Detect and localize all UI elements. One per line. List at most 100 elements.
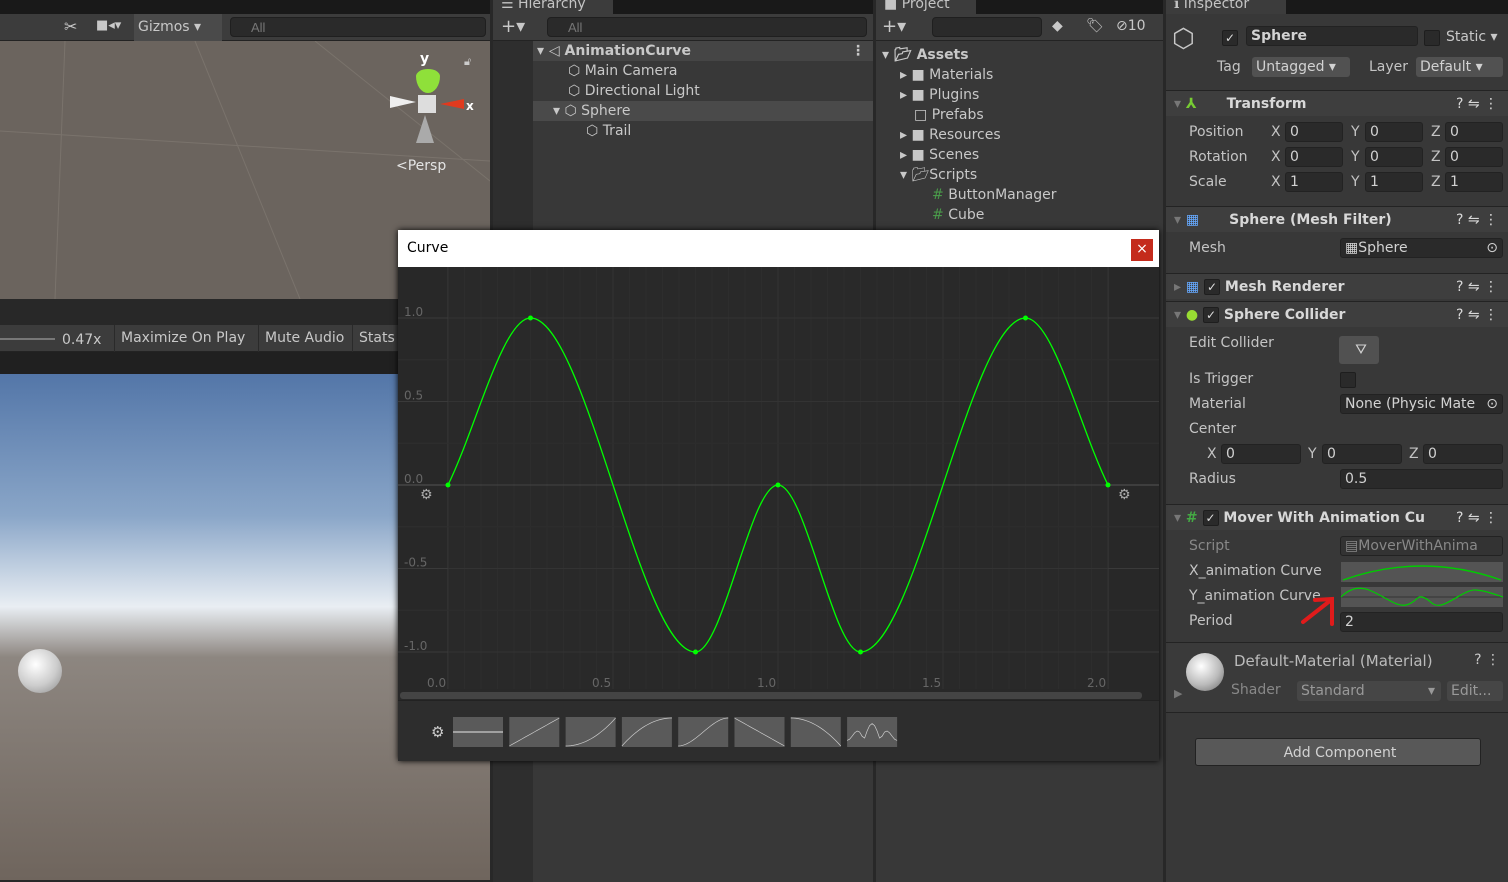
tab-hierarchy[interactable]: ☰ Hierarchy [493, 0, 613, 14]
curve-preset-button[interactable] [621, 717, 672, 747]
mesh-filter-header[interactable]: ▾ ▦ Sphere (Mesh Filter)? ⇋ ⋮ [1166, 206, 1508, 232]
transform-x-field[interactable]: 0 [1285, 122, 1343, 142]
item-label: Main Camera [584, 63, 678, 79]
curve-key[interactable] [528, 315, 533, 321]
transform-y-field[interactable]: 0 [1365, 122, 1423, 142]
center-x-field[interactable]: 0 [1221, 444, 1301, 464]
transform-x-field[interactable]: 0 [1285, 147, 1343, 167]
static-checkbox[interactable] [1424, 30, 1440, 46]
layer-dropdown[interactable]: Default ▾ [1416, 57, 1503, 77]
horizontal-scrollbar[interactable] [400, 692, 1142, 699]
lock-icon[interactable]: 🔓︎ [464, 55, 471, 69]
expand-icon[interactable]: ▶ [1174, 687, 1182, 700]
center-z-field[interactable]: 0 [1423, 444, 1503, 464]
folder-item[interactable]: ▸ ■ Materials [900, 65, 993, 85]
curve-preset-button[interactable] [509, 717, 560, 747]
hidden-packages-icon[interactable]: ⊘10 [1116, 18, 1146, 34]
hierarchy-search-input[interactable] [547, 17, 867, 37]
hierarchy-item[interactable]: ▾ ◁ AnimationCurve ⋮ [533, 41, 873, 61]
scene-search-input[interactable] [230, 17, 486, 37]
curve-preset-button[interactable] [565, 717, 616, 747]
hierarchy-item[interactable]: ⬡ Directional Light [568, 81, 700, 101]
curve-key[interactable] [445, 482, 451, 488]
create-icon[interactable]: +▾ [882, 16, 906, 37]
add-icon[interactable]: +▾ [501, 16, 525, 37]
add-component-button[interactable]: Add Component [1195, 738, 1481, 766]
center-y-field[interactable]: 0 [1322, 444, 1402, 464]
post-wrap-gear-icon[interactable]: ⚙ [1118, 487, 1131, 503]
shader-edit-button[interactable]: Edit... [1447, 681, 1503, 701]
mesh-renderer-header[interactable]: ▸ ▦ ✓ Mesh Renderer? ⇋ ⋮ [1166, 273, 1508, 299]
scale-slider[interactable] [0, 338, 55, 340]
curve-preset-button[interactable] [453, 717, 503, 747]
pre-wrap-gear-icon[interactable]: ⚙ [420, 487, 433, 503]
shader-dropdown[interactable]: Standard ▾ [1297, 681, 1441, 701]
script-item[interactable]: # ButtonManager [932, 185, 1056, 205]
active-checkbox[interactable]: ✓ [1222, 30, 1238, 46]
mesh-field[interactable]: ▦Sphere ⊙ [1340, 238, 1503, 258]
tab-inspector[interactable]: ℹ Inspector [1166, 0, 1286, 14]
tab-project[interactable]: ■ Project [876, 0, 976, 14]
folder-item[interactable]: ▸ ■ Plugins [900, 85, 979, 105]
close-button[interactable]: × [1131, 239, 1153, 261]
is-trigger-checkbox[interactable] [1340, 372, 1356, 388]
transform-x-field[interactable]: 1 [1285, 172, 1343, 192]
curve-titlebar[interactable]: Curve × [398, 230, 1159, 267]
curve-preset-button[interactable] [790, 717, 842, 747]
static-dropdown[interactable]: Static ▾ [1446, 29, 1498, 45]
persp-label[interactable]: <Persp [396, 158, 446, 174]
curve-editor[interactable]: 1.0 0.5 0.0 -0.5 -1.0 0.0 0.5 1.0 1.5 2.0 ⚙ ⚙ [398, 267, 1159, 700]
curve-key[interactable] [1105, 482, 1111, 488]
material-menu[interactable]: ? ⋮ [1474, 652, 1500, 668]
curve-preset-button[interactable] [846, 717, 898, 747]
transform-z-field[interactable]: 0 [1445, 122, 1503, 142]
period-field[interactable]: 2 [1340, 612, 1503, 632]
axis-label: X [1207, 446, 1217, 462]
mover-header[interactable]: ▾ # ✓ Mover With Animation Cu? ⇋ ⋮ [1166, 504, 1508, 530]
transform-z-field[interactable]: 0 [1445, 147, 1503, 167]
maximize-on-play-button[interactable]: Maximize On Play [114, 325, 251, 352]
tag-dropdown[interactable]: Untagged ▾ [1252, 57, 1350, 77]
radius-field[interactable]: 0.5 [1340, 469, 1503, 489]
gizmo-center[interactable] [418, 95, 436, 113]
gizmos-button[interactable]: Gizmos ▾ [134, 14, 222, 41]
hierarchy-item[interactable]: ⬡ Trail [586, 121, 631, 141]
sphere-collider-header[interactable]: ▾ ● ✓ Sphere Collider? ⇋ ⋮ [1166, 301, 1508, 327]
hierarchy-item[interactable]: ⬡ Main Camera [568, 61, 678, 81]
tools-icon[interactable]: ✂ [64, 17, 77, 36]
folder-item[interactable]: □ Prefabs [914, 105, 984, 125]
mesh-renderer-checkbox[interactable]: ✓ [1204, 279, 1221, 295]
folder-item[interactable]: ▾ 📂︎ Assets [882, 45, 969, 65]
hierarchy-item[interactable]: ▾ ⬡ Sphere [533, 101, 873, 121]
folder-item[interactable]: ▾ 📂︎Scripts [900, 165, 977, 185]
camera-icon[interactable]: ■◂▾ [96, 18, 121, 33]
folder-item[interactable]: ▸ ■ Scenes [900, 145, 979, 165]
script-item[interactable]: # Cube [932, 205, 984, 225]
transform-z-field[interactable]: 1 [1445, 172, 1503, 192]
item-label: Cube [948, 207, 985, 223]
filter-type-icon[interactable]: ◆ [1052, 18, 1063, 34]
mover-checkbox[interactable]: ✓ [1202, 510, 1219, 526]
transform-y-field[interactable]: 1 [1365, 172, 1423, 192]
stats-button[interactable]: Stats [352, 325, 401, 352]
folder-item[interactable]: ▸ ■ Resources [900, 125, 1001, 145]
label-icon[interactable]: 🏷︎ [1086, 18, 1104, 34]
gear-icon[interactable]: ⚙ [431, 723, 444, 741]
y-tick-label: 0.0 [404, 472, 423, 486]
project-search-input[interactable] [932, 17, 1042, 37]
curve-key[interactable] [1023, 315, 1028, 321]
mute-audio-button[interactable]: Mute Audio [258, 325, 350, 352]
name-field[interactable]: Sphere [1246, 26, 1418, 46]
physic-material-field[interactable]: None (Physic Mate ⊙ [1340, 394, 1503, 414]
curve-key[interactable] [693, 649, 698, 655]
y-curve-field[interactable] [1341, 587, 1503, 607]
curve-key[interactable] [775, 482, 781, 488]
transform-header[interactable]: ▾ ⅄ Transform? ⇋ ⋮ [1166, 90, 1508, 116]
collider-checkbox[interactable]: ✓ [1203, 307, 1219, 323]
curve-key[interactable] [858, 649, 863, 655]
transform-y-field[interactable]: 0 [1365, 147, 1423, 167]
edit-collider-button[interactable]: ⛛ [1339, 336, 1379, 364]
curve-preset-button[interactable] [734, 717, 785, 747]
curve-preset-button[interactable] [678, 717, 729, 747]
x-curve-field[interactable] [1341, 562, 1503, 582]
